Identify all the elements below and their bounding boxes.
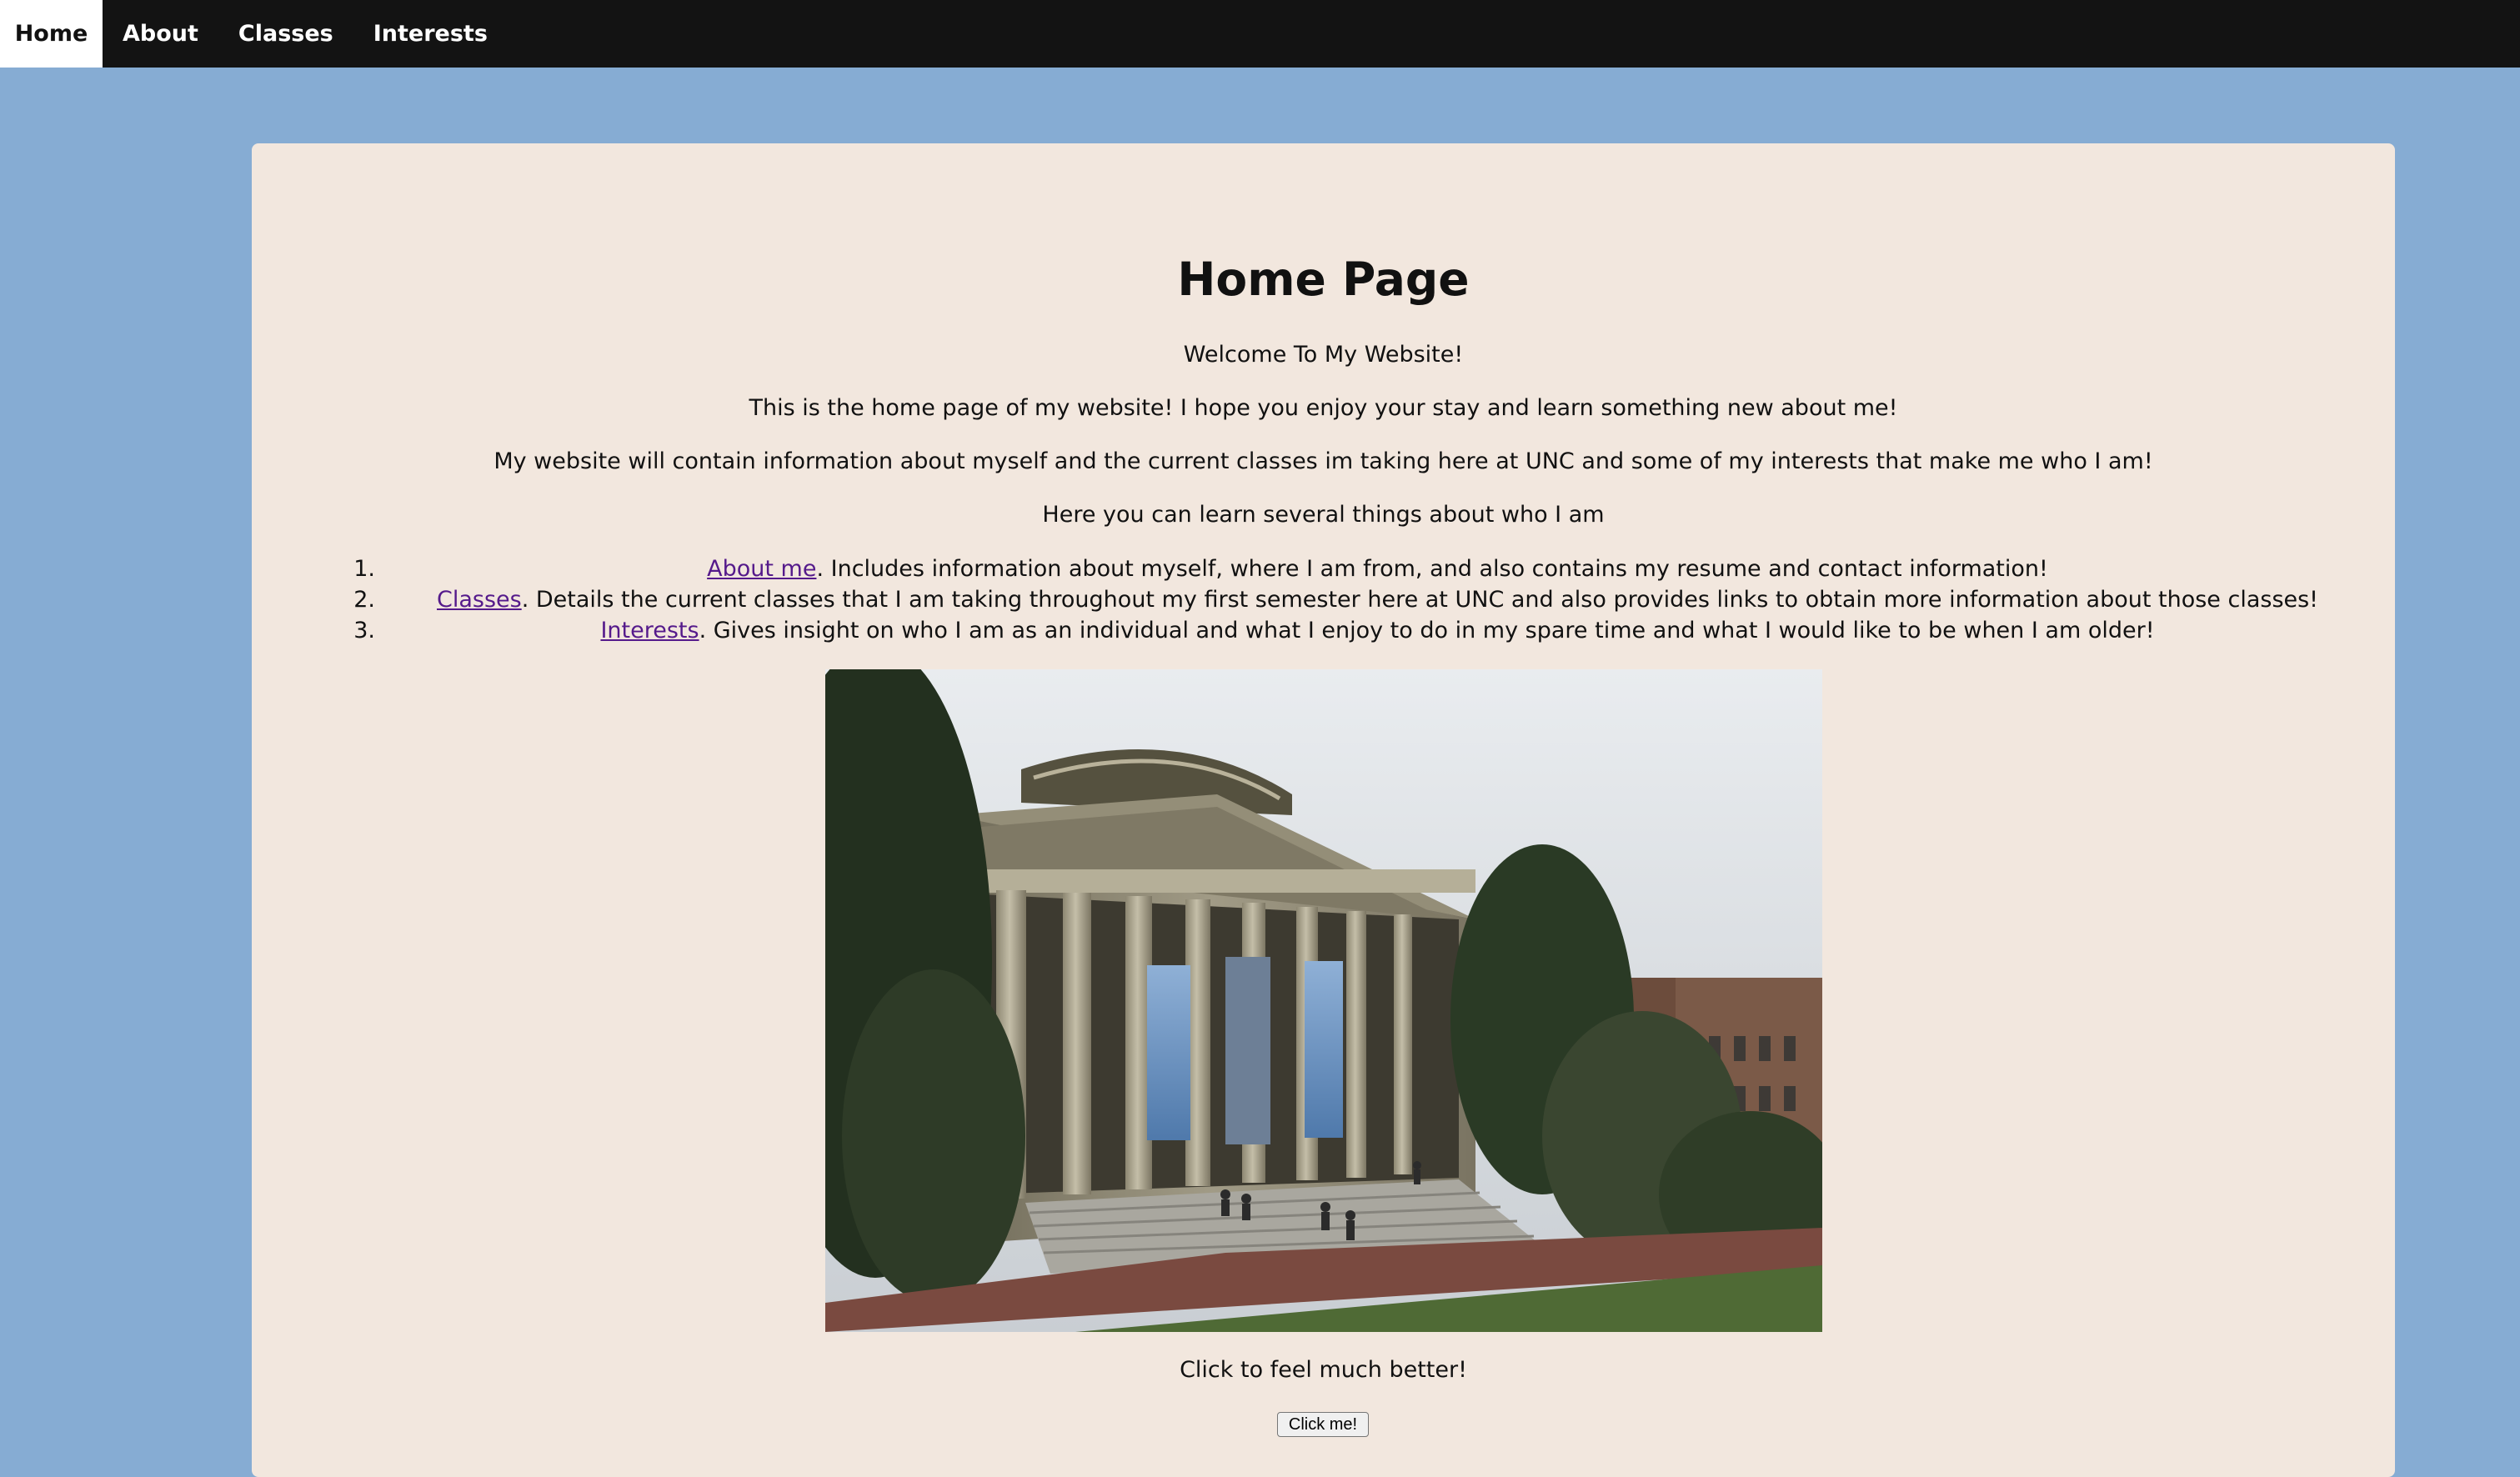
page-title: Home Page <box>1177 253 1470 306</box>
list-item-text: . Details the current classes that I am … <box>521 587 2319 613</box>
list-heading: Here you can learn several things about … <box>1042 502 1605 528</box>
list-number: 2. <box>353 587 375 613</box>
campus-building-photo <box>825 669 1822 1332</box>
about-me-link[interactable]: About me <box>707 556 816 582</box>
interests-link[interactable]: Interests <box>600 618 699 643</box>
classes-link[interactable]: Classes <box>437 587 522 613</box>
list-number: 1. <box>353 556 375 582</box>
welcome-text: Welcome To My Website! <box>1183 342 1464 368</box>
cta-text: Click to feel much better! <box>1180 1357 1467 1383</box>
nav-home[interactable]: Home <box>0 0 103 68</box>
intro-text: This is the home page of my website! I h… <box>749 395 1898 421</box>
info-list: 1. About me. Includes information about … <box>252 553 2395 646</box>
nav-interests[interactable]: Interests <box>353 0 508 68</box>
list-number: 3. <box>353 618 375 643</box>
list-item: 1. About me. Includes information about … <box>252 553 2395 584</box>
list-item: 2. Classes. Details the current classes … <box>252 584 2395 615</box>
click-me-button[interactable]: Click me! <box>1277 1412 1369 1437</box>
description-text: My website will contain information abou… <box>493 448 2153 474</box>
list-item-text: . Includes information about myself, whe… <box>816 556 2048 582</box>
top-nav: Home About Classes Interests <box>0 0 2520 68</box>
nav-about[interactable]: About <box>103 0 218 68</box>
nav-classes[interactable]: Classes <box>218 0 353 68</box>
list-item: 3. Interests. Gives insight on who I am … <box>252 615 2395 646</box>
list-item-text: . Gives insight on who I am as an indivi… <box>699 618 2155 643</box>
